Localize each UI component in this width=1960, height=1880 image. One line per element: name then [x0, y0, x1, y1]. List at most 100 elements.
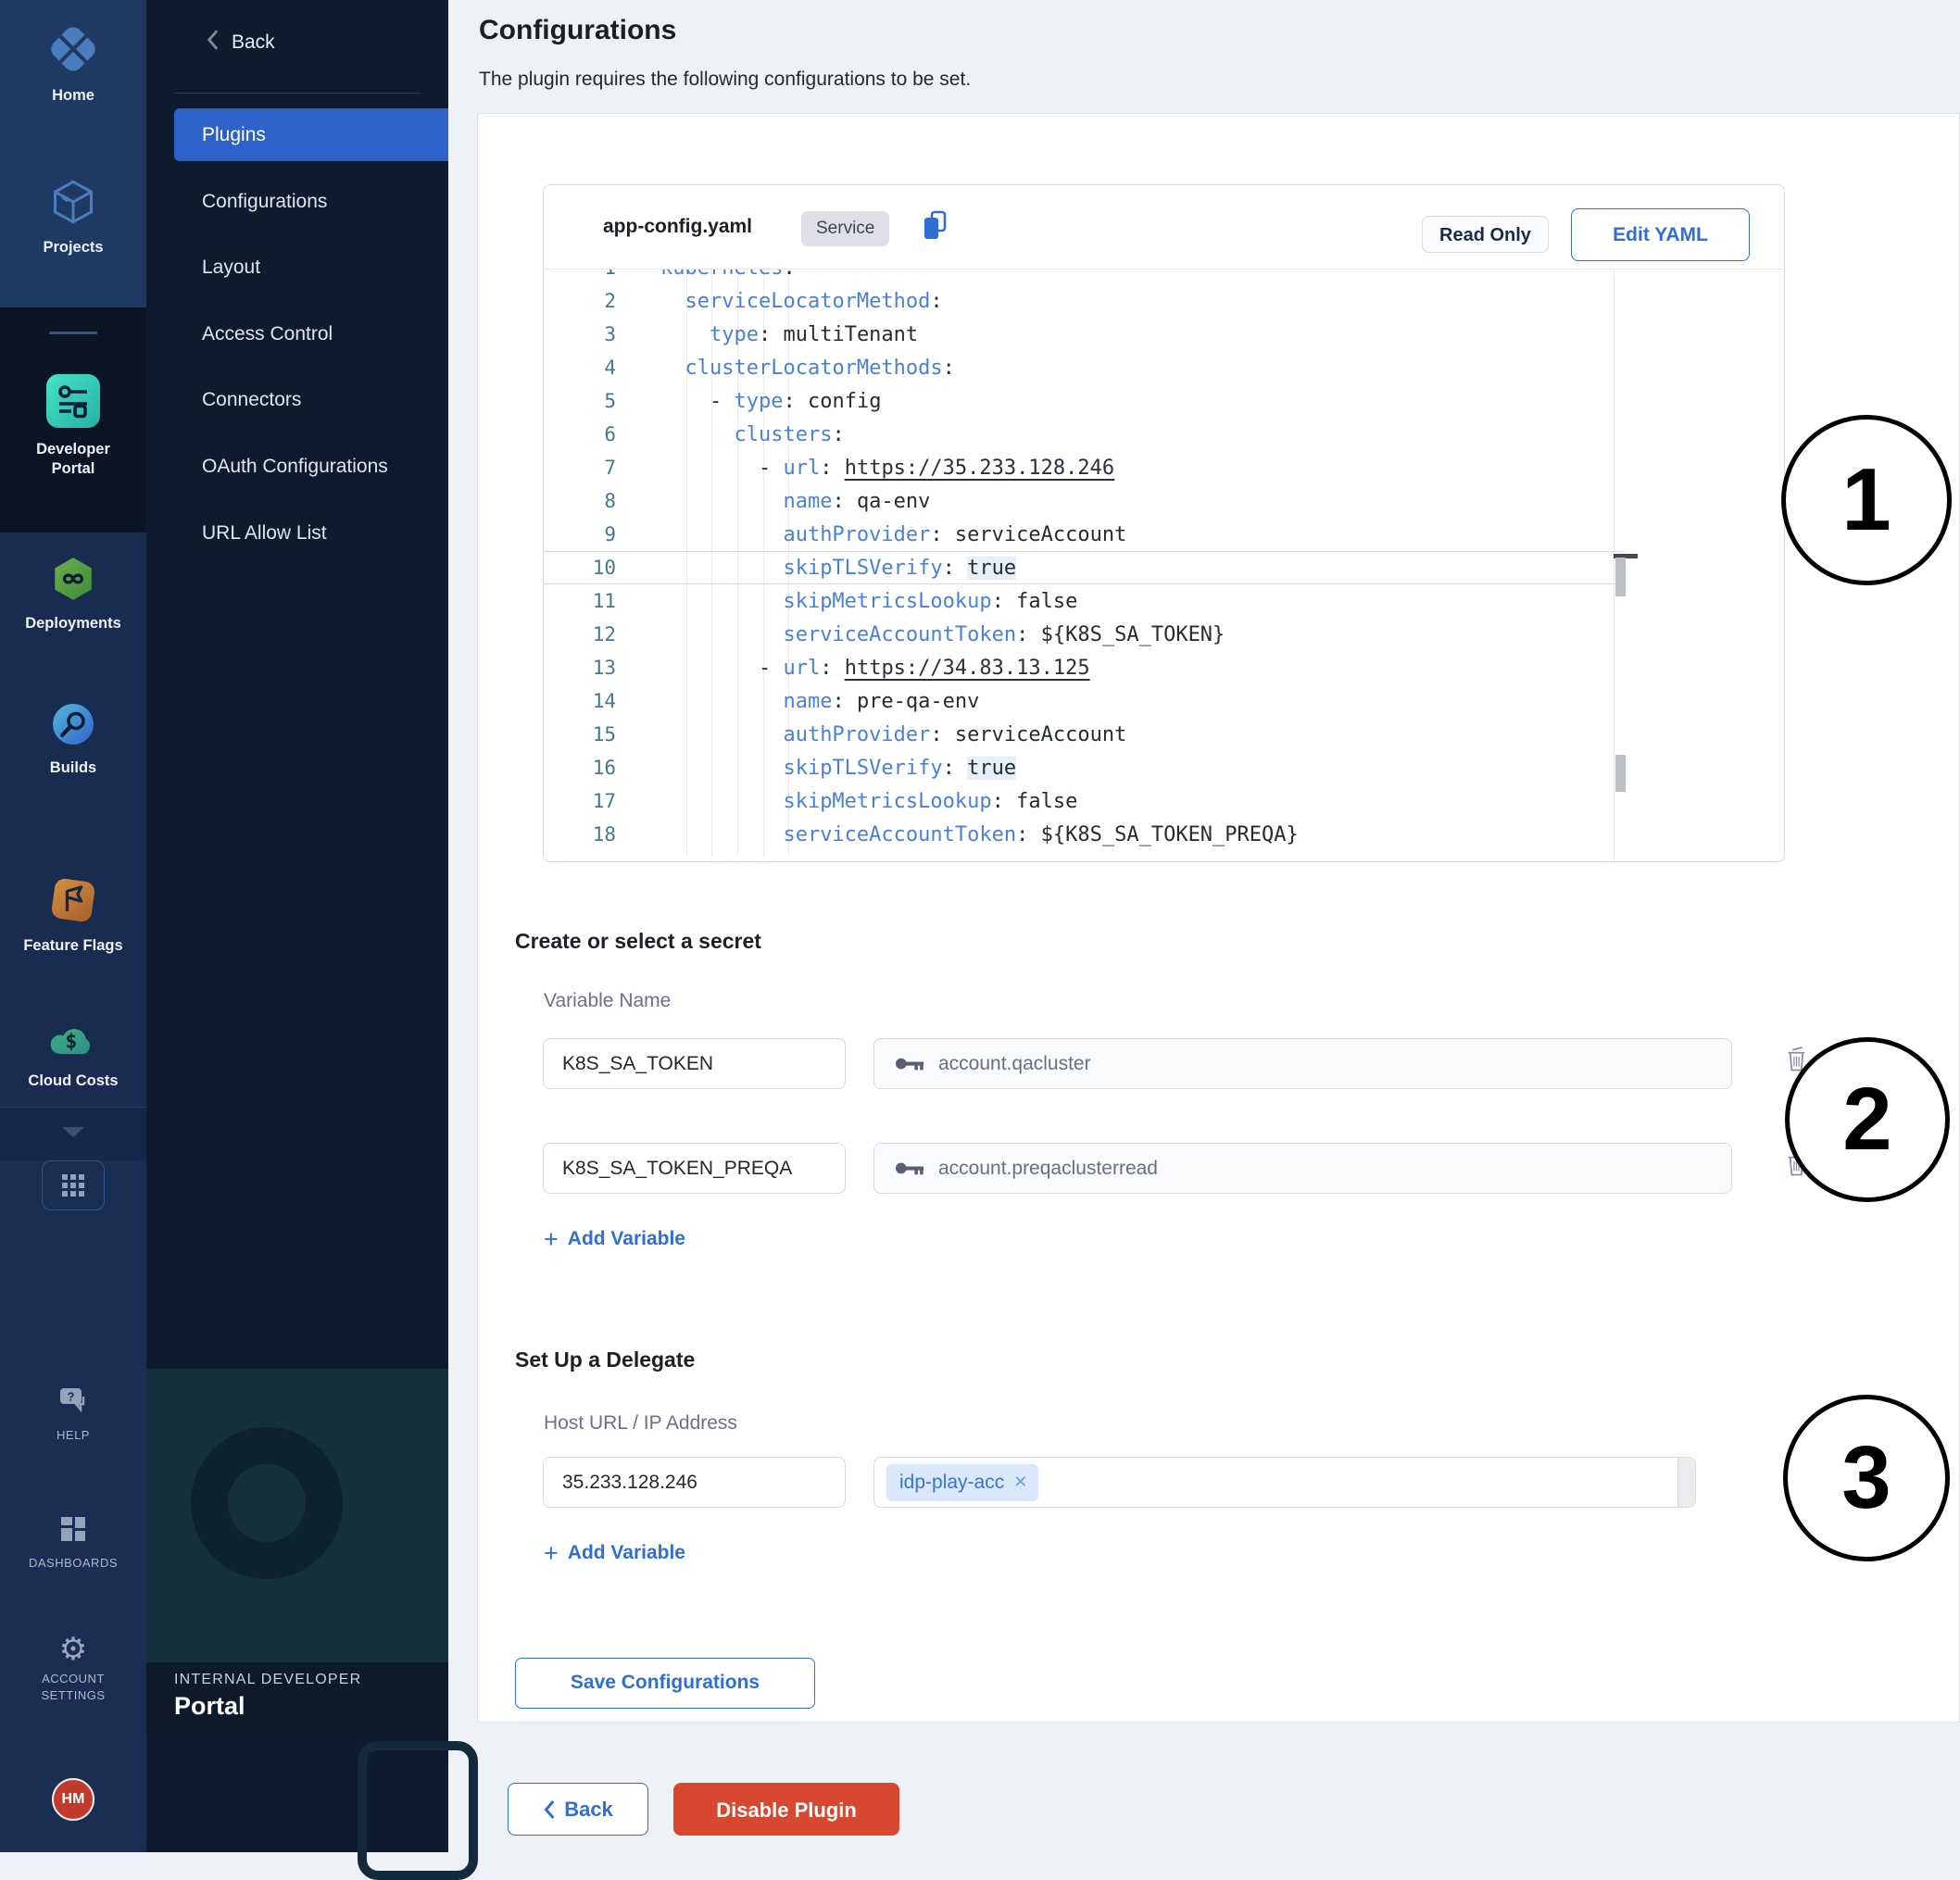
- annotation-circle-3: 3: [1783, 1395, 1950, 1561]
- tag-label: idp-play-acc: [899, 1472, 1004, 1494]
- module-collapse-row[interactable]: [0, 1107, 146, 1162]
- sidebar-item-plugins[interactable]: Plugins: [174, 108, 448, 161]
- secret-row: account.qacluster: [543, 1038, 1803, 1089]
- code-line-14: 14 name: pre-qa-env: [544, 684, 1614, 718]
- annotation-circle-1: 1: [1781, 415, 1952, 585]
- back-button[interactable]: Back: [508, 1783, 648, 1836]
- sidebar-item-label: Home: [14, 86, 132, 106]
- sidebar-item-projects[interactable]: Projects: [0, 178, 146, 257]
- remove-tag-icon[interactable]: ✕: [1013, 1473, 1027, 1492]
- annotation-circle-2: 2: [1785, 1037, 1950, 1202]
- back-link[interactable]: Back: [206, 30, 275, 55]
- save-configurations-button[interactable]: Save Configurations: [515, 1658, 815, 1709]
- variable-name-input[interactable]: [543, 1038, 846, 1089]
- variable-name-label: Variable Name: [544, 990, 671, 1012]
- secret-value: account.preqaclusterread: [938, 1158, 1158, 1180]
- sidebar-item-layout[interactable]: Layout: [174, 241, 448, 294]
- svg-text:?: ?: [68, 1390, 75, 1404]
- code-line-8: 8 name: qa-env: [544, 484, 1614, 518]
- projects-icon: [49, 178, 97, 231]
- avatar: HM: [52, 1778, 94, 1821]
- sidebar-item-help[interactable]: ? HELP: [0, 1385, 146, 1444]
- chevron-left-icon: [543, 1800, 555, 1819]
- code-line-11: 11 skipMetricsLookup: false: [544, 584, 1614, 618]
- code-line-10: 10 skipTLSVerify: true: [544, 551, 1614, 584]
- chevron-left-icon: [206, 30, 219, 55]
- secret-row: account.preqaclusterread: [543, 1143, 1803, 1194]
- host-url-input[interactable]: [543, 1457, 846, 1508]
- apps-grid-button[interactable]: [0, 1160, 146, 1210]
- sidebar-item-label: Feature Flags: [14, 936, 132, 956]
- user-avatar-button[interactable]: HM: [0, 1778, 146, 1821]
- secret-select[interactable]: account.qacluster: [873, 1038, 1732, 1089]
- configurations-card: 1kubernetes:2 serviceLocatorMethod:3 typ…: [477, 113, 1960, 1723]
- help-icon: ?: [57, 1385, 89, 1420]
- sidebar-item-label: Projects: [14, 238, 132, 257]
- footer-title: Portal: [174, 1692, 245, 1721]
- secret-select[interactable]: account.preqaclusterread: [873, 1143, 1732, 1194]
- deployments-icon: [50, 556, 96, 607]
- editor-header: app-config.yaml Service Read Only Edit Y…: [544, 185, 1784, 269]
- sidebar-item-oauth-configurations[interactable]: OAuth Configurations: [174, 440, 448, 493]
- sidebar-item-feature-flags[interactable]: Feature Flags: [0, 876, 146, 956]
- code-line-18: 18 serviceAccountToken: ${K8S_SA_TOKEN_P…: [544, 818, 1614, 851]
- secrets-heading: Create or select a secret: [515, 929, 761, 954]
- service-badge: Service: [801, 211, 889, 246]
- back-label: Back: [232, 31, 275, 54]
- sidebar-divider: [49, 332, 97, 334]
- code-line-17: 17 skipMetricsLookup: false: [544, 784, 1614, 818]
- code-line-5: 5 - type: config: [544, 384, 1614, 418]
- code-line-9: 9 authProvider: serviceAccount: [544, 518, 1614, 551]
- sidebar-item-developer-portal[interactable]: Developer Portal: [0, 374, 146, 479]
- svg-text:$: $: [65, 1031, 77, 1054]
- sidebar-divider: [174, 93, 421, 94]
- sidebar-item-deployments[interactable]: Deployments: [0, 556, 146, 633]
- code-line-7: 7 - url: https://35.233.128.246: [544, 451, 1614, 484]
- plugin-sidebar: Back Plugins Configurations Layout Access C…: [146, 0, 448, 1852]
- code-line-3: 3 type: multiTenant: [544, 318, 1614, 351]
- add-secret-variable-link[interactable]: + Add Variable: [544, 1228, 685, 1250]
- page-title: Configurations: [479, 15, 676, 46]
- disable-plugin-button[interactable]: Disable Plugin: [673, 1783, 899, 1836]
- sidebar-item-account-settings[interactable]: ⚙ ACCOUNT SETTINGS: [0, 1636, 146, 1704]
- editor-scrollbar-thumb[interactable]: [1615, 755, 1626, 792]
- edit-yaml-button[interactable]: Edit YAML: [1571, 208, 1750, 261]
- grid-icon: [62, 1174, 84, 1197]
- home-icon: [48, 24, 98, 79]
- tag-chip: idp-play-acc ✕: [886, 1464, 1038, 1501]
- variable-name-input[interactable]: [543, 1143, 846, 1194]
- decorative-square: [358, 1741, 478, 1880]
- sidebar-item-label: Deployments: [14, 614, 132, 633]
- copy-icon[interactable]: [922, 209, 949, 247]
- input-endcap: [1677, 1458, 1695, 1507]
- editor-scrollbar-thumb[interactable]: [1615, 558, 1626, 596]
- main-content: Configurations The plugin requires the f…: [448, 0, 1960, 1852]
- code-line-13: 13 - url: https://34.83.13.125: [544, 651, 1614, 684]
- sidebar-item-url-allow-list[interactable]: URL Allow List: [174, 507, 448, 559]
- add-variable-label: Add Variable: [568, 1228, 685, 1250]
- sidebar-item-cloud-costs[interactable]: $ Cloud Costs: [0, 1021, 146, 1091]
- delegate-row: idp-play-acc ✕: [543, 1457, 1803, 1508]
- sidebar-item-label: Cloud Costs: [14, 1072, 132, 1091]
- code-line-15: 15 authProvider: serviceAccount: [544, 718, 1614, 751]
- back-button-label: Back: [564, 1798, 613, 1822]
- secret-value: account.qacluster: [938, 1053, 1091, 1075]
- sidebar-item-access-control[interactable]: Access Control: [174, 307, 448, 360]
- add-delegate-variable-link[interactable]: + Add Variable: [544, 1542, 685, 1564]
- module-sidebar: Home Projects Developer Portal Deploymen…: [0, 0, 146, 1852]
- sidebar-item-label: Developer Portal: [14, 440, 132, 479]
- sidebar-item-home[interactable]: Home: [0, 24, 146, 106]
- sidebar-item-label: HELP: [14, 1427, 132, 1444]
- sidebar-item-builds[interactable]: Builds: [0, 702, 146, 778]
- sidebar-item-dashboards[interactable]: DASHBOARDS: [0, 1515, 146, 1572]
- page-subtitle: The plugin requires the following config…: [479, 69, 971, 91]
- code-lines[interactable]: 1kubernetes:2 serviceLocatorMethod:3 typ…: [544, 251, 1614, 851]
- delegate-tags-input[interactable]: idp-play-acc ✕: [873, 1457, 1696, 1508]
- gear-icon: ⚙: [59, 1636, 87, 1663]
- builds-icon: [51, 702, 95, 751]
- chevron-down-icon: [62, 1127, 84, 1137]
- sidebar-item-configurations[interactable]: Configurations: [174, 175, 448, 228]
- key-icon: [895, 1055, 925, 1072]
- code-line-16: 16 skipTLSVerify: true: [544, 751, 1614, 784]
- sidebar-item-connectors[interactable]: Connectors: [174, 373, 448, 426]
